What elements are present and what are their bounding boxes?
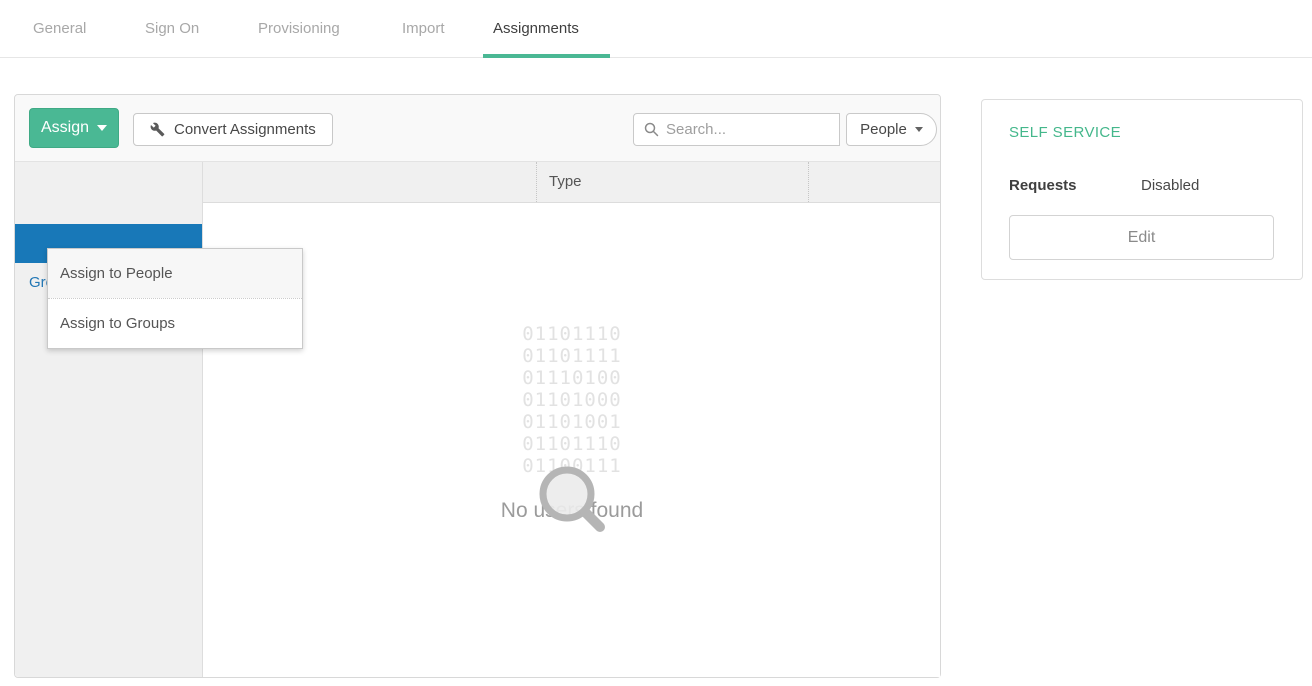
binary-line: 01101110 bbox=[204, 433, 940, 455]
assignments-toolbar: Assign Convert Assignments People bbox=[15, 95, 940, 162]
tab-provisioning[interactable]: Provisioning bbox=[248, 14, 350, 44]
tab-assignments[interactable]: Assignments bbox=[483, 14, 589, 44]
column-header-person[interactable] bbox=[203, 162, 536, 202]
active-tab-underline bbox=[483, 54, 610, 58]
column-header-type[interactable]: Type bbox=[536, 162, 808, 202]
filter-sidebar: Groups bbox=[15, 162, 203, 677]
convert-assignments-label: Convert Assignments bbox=[174, 121, 316, 138]
requests-status-value: Disabled bbox=[1141, 177, 1199, 194]
convert-assignments-button[interactable]: Convert Assignments bbox=[133, 113, 333, 146]
caret-down-icon bbox=[915, 127, 923, 132]
binary-art: 01101110 01101111 01110100 01101000 0110… bbox=[204, 323, 940, 477]
assignments-empty-state: 01101110 01101111 01110100 01101000 0110… bbox=[204, 203, 940, 677]
search-input[interactable] bbox=[666, 121, 816, 138]
self-service-panel: SELF SERVICE Requests Disabled Edit bbox=[981, 99, 1303, 280]
tab-sign-on[interactable]: Sign On bbox=[135, 14, 209, 44]
assignments-panel: Assign Convert Assignments People Type bbox=[14, 94, 941, 678]
tab-general[interactable]: General bbox=[23, 14, 96, 44]
binary-line: 01101001 bbox=[204, 411, 940, 433]
caret-down-icon bbox=[97, 125, 107, 131]
self-service-heading: SELF SERVICE bbox=[1009, 124, 1121, 141]
binary-line: 01101111 bbox=[204, 345, 940, 367]
assign-dropdown-menu: Assign to People Assign to Groups bbox=[47, 248, 303, 349]
edit-button[interactable]: Edit bbox=[1009, 215, 1274, 260]
requests-label: Requests bbox=[1009, 177, 1077, 194]
binary-line: 01110100 bbox=[204, 367, 940, 389]
search-scope-dropdown[interactable]: People bbox=[846, 113, 937, 146]
search-scope-value: People bbox=[860, 121, 907, 138]
menu-item-assign-to-groups[interactable]: Assign to Groups bbox=[48, 299, 302, 348]
tab-import[interactable]: Import bbox=[392, 14, 455, 44]
menu-item-assign-to-people[interactable]: Assign to People bbox=[48, 249, 302, 298]
app-tabbar: General Sign On Provisioning Import Assi… bbox=[0, 0, 1312, 58]
binary-line: 01101000 bbox=[204, 389, 940, 411]
tabbar-divider bbox=[0, 57, 1312, 58]
binary-line: 01101110 bbox=[204, 323, 940, 345]
search-field[interactable] bbox=[633, 113, 840, 146]
magnifier-icon bbox=[529, 456, 611, 538]
assign-button-label: Assign bbox=[41, 119, 89, 137]
wrench-icon bbox=[150, 122, 165, 137]
assign-button[interactable]: Assign bbox=[29, 108, 119, 148]
column-header-actions bbox=[808, 162, 940, 202]
search-icon bbox=[644, 122, 659, 137]
assignments-table-header: Type bbox=[203, 162, 940, 203]
